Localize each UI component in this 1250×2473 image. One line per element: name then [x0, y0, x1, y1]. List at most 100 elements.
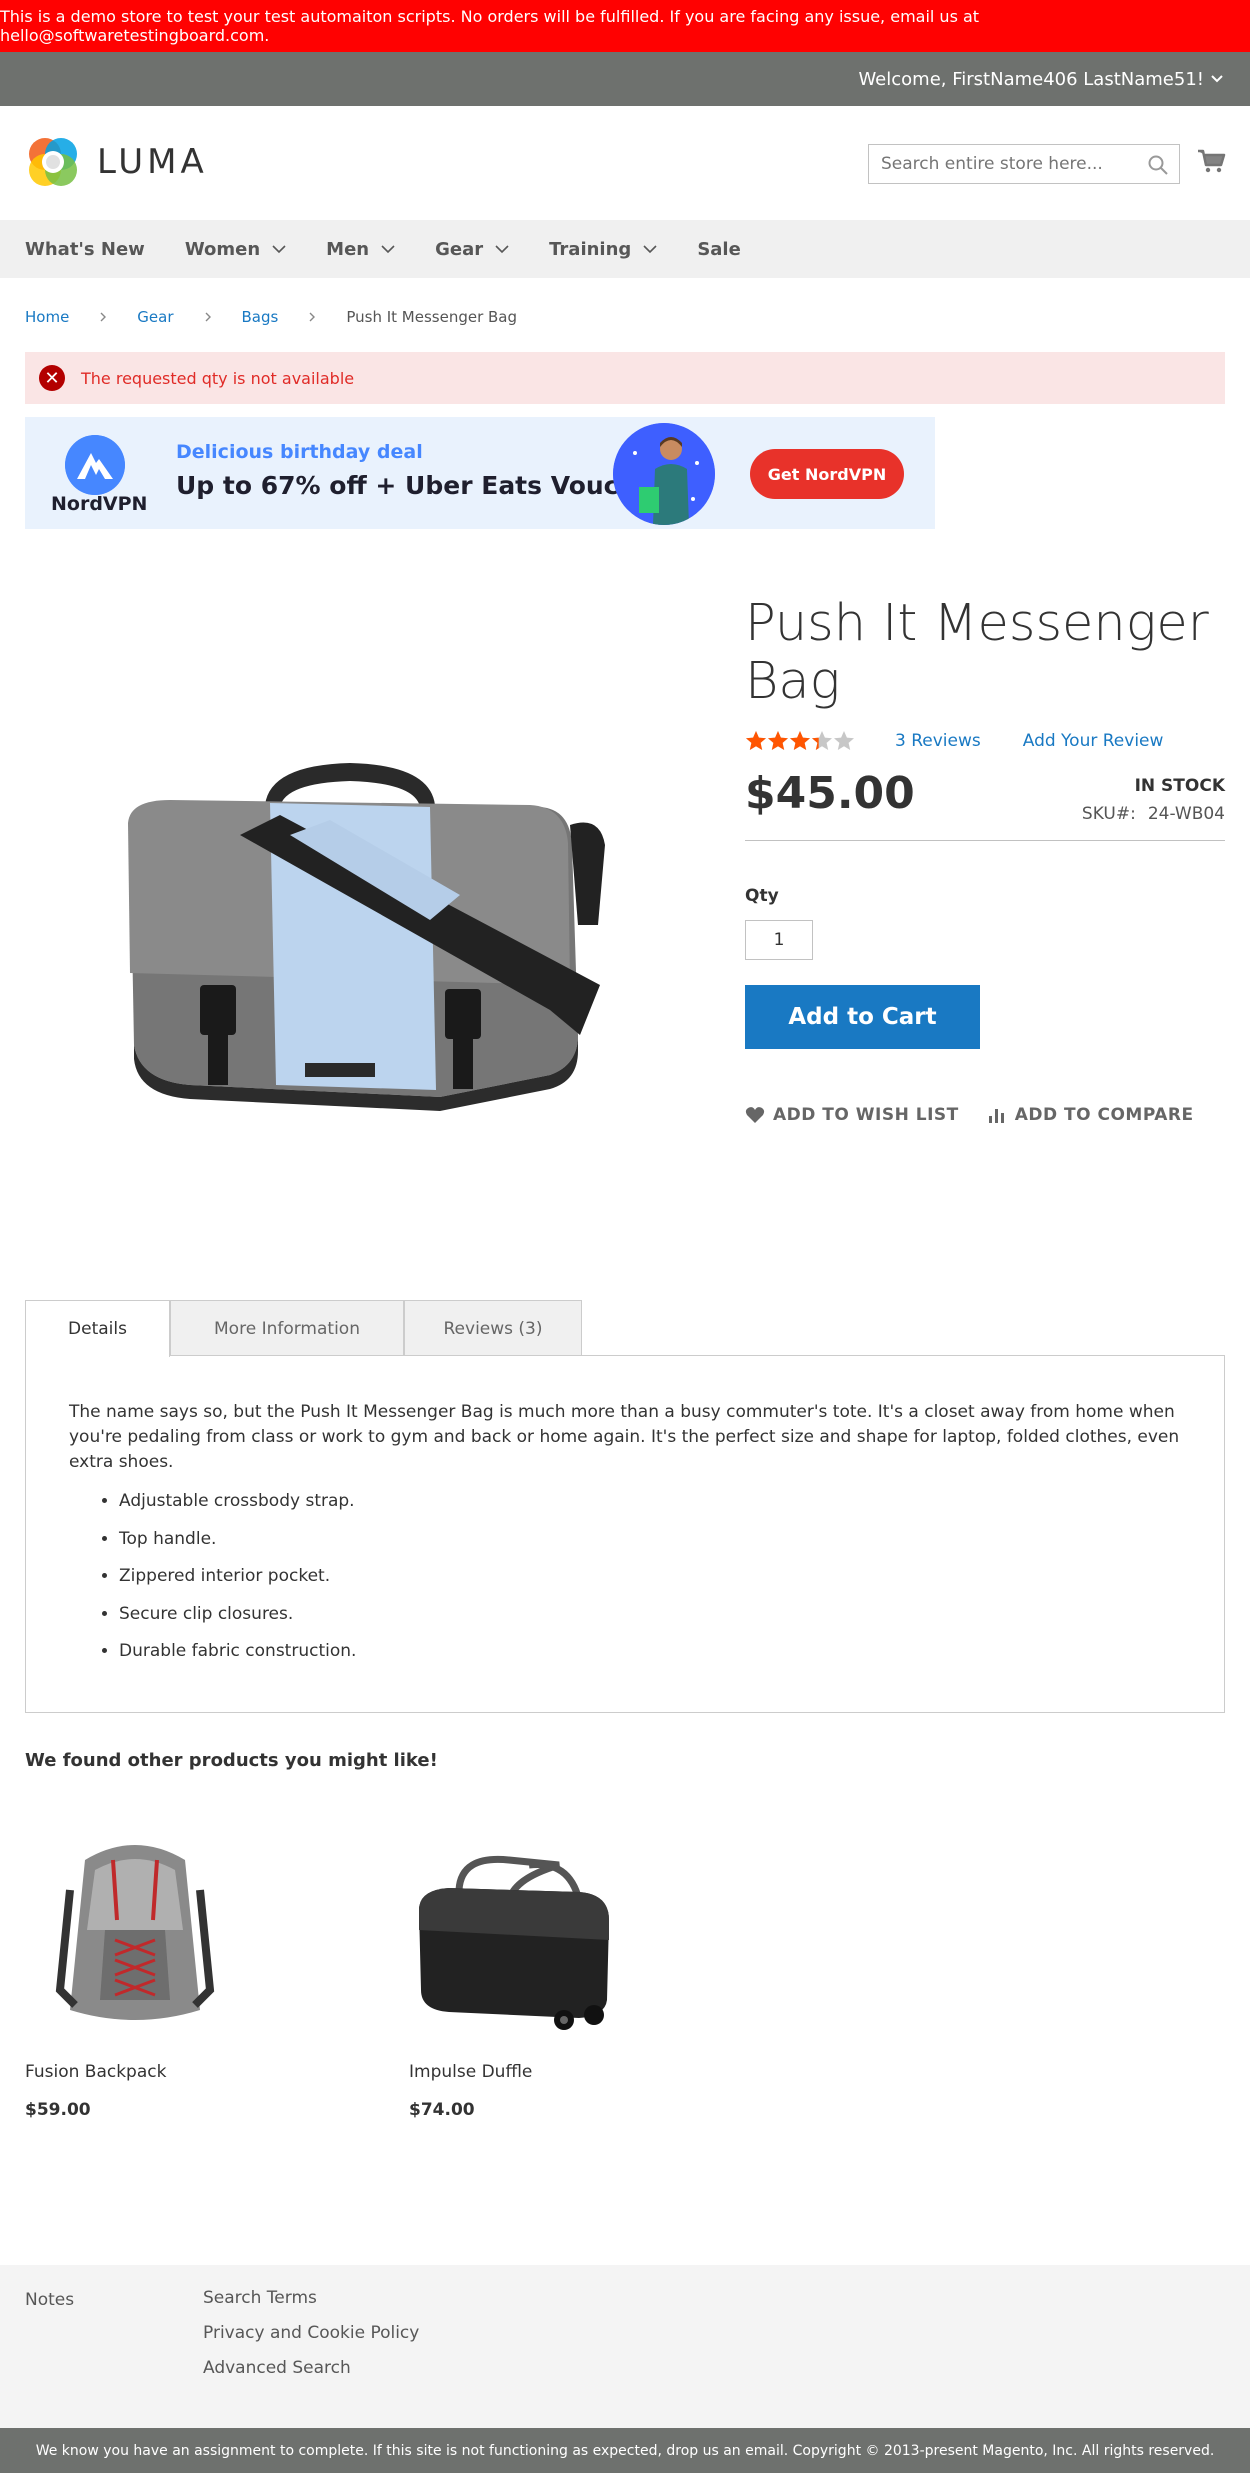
stock-status: In stock	[1134, 776, 1225, 796]
related-product-item: Fusion Backpack $59.00	[25, 1820, 245, 2120]
tab-reviews[interactable]: Reviews (3)	[404, 1300, 582, 1356]
impulse-duffle-image[interactable]	[409, 1820, 629, 2040]
cart-icon[interactable]	[1196, 146, 1226, 176]
star-icon	[746, 731, 766, 750]
sku-label: SKU#:	[1081, 804, 1136, 824]
divider	[745, 840, 1225, 841]
product-description: The name says so, but the Push It Messen…	[69, 1402, 1180, 1472]
luma-logo-icon	[29, 138, 77, 186]
chevron-right-icon	[205, 312, 211, 322]
star-icon	[834, 731, 854, 750]
breadcrumb-home[interactable]: Home	[25, 308, 69, 326]
chevron-right-icon	[309, 312, 316, 322]
chevron-down-icon	[381, 245, 395, 254]
tab-content-details: The name says so, but the Push It Messen…	[25, 1355, 1225, 1713]
chevron-down-icon	[272, 245, 286, 254]
add-review-link[interactable]: Add Your Review	[1023, 731, 1164, 751]
add-to-wishlist-link[interactable]: Add to Wish List	[745, 1105, 959, 1125]
rating-stars	[745, 730, 855, 752]
search-input[interactable]	[881, 154, 1136, 174]
footer-link-notes[interactable]: Notes	[25, 2290, 74, 2310]
add-to-cart-button[interactable]: Add to Cart	[745, 985, 980, 1049]
nav-item-gear[interactable]: Gear	[435, 239, 509, 260]
tab-details[interactable]: Details	[25, 1300, 170, 1357]
nav-label: What's New	[25, 238, 145, 260]
chevron-right-icon	[100, 312, 107, 322]
logo-text: LUMA	[97, 142, 208, 182]
nav-label: Men	[326, 238, 370, 260]
wishlist-label: Add to Wish List	[773, 1105, 959, 1125]
main-navigation: What's New Women Men Gear Training Sale	[0, 220, 1250, 278]
related-product-item: Impulse Duffle $74.00	[409, 1820, 629, 2120]
qty-input[interactable]	[745, 920, 813, 960]
feature-list: Adjustable crossbody strap. Top handle. …	[69, 1483, 1181, 1671]
tab-more-information[interactable]: More Information	[170, 1300, 404, 1356]
footer-link-advanced-search[interactable]: Advanced Search	[203, 2351, 419, 2386]
nav-item-sale[interactable]: Sale	[697, 239, 741, 260]
qty-label: Qty	[745, 886, 779, 906]
nav-item-whats-new[interactable]: What's New	[25, 239, 145, 260]
customer-welcome-bar: Welcome, FirstName406 LastName51!	[0, 52, 1250, 106]
related-product-name[interactable]: Fusion Backpack	[25, 2062, 166, 2082]
copyright-text: We know you have an assignment to comple…	[35, 2442, 1215, 2459]
breadcrumb-bags[interactable]: Bags	[242, 308, 279, 326]
breadcrumb-gear[interactable]: Gear	[137, 308, 173, 326]
product-title: Push It Messenger Bag	[745, 594, 1209, 711]
ad-tagline: Delicious birthday deal	[176, 441, 423, 463]
error-message: ✕ The requested qty is not available	[25, 352, 1225, 404]
nav-item-women[interactable]: Women	[185, 239, 286, 260]
star-icon	[768, 731, 788, 750]
search-icon[interactable]	[1147, 154, 1169, 176]
related-product-name[interactable]: Impulse Duffle	[409, 2062, 532, 2082]
footer-link-privacy[interactable]: Privacy and Cookie Policy	[203, 2316, 419, 2351]
site-footer: Notes Search Terms Privacy and Cookie Po…	[0, 2265, 1250, 2428]
product-main-image[interactable]	[100, 745, 620, 1125]
nordvpn-logo-icon	[65, 435, 125, 495]
ad-cta-button[interactable]: Get NordVPN	[750, 449, 904, 499]
product-sku: SKU#: 24-WB04	[1082, 804, 1225, 824]
ad-banner[interactable]: NordVPN Delicious birthday deal Up to 67…	[25, 417, 935, 529]
error-text: The requested qty is not available	[81, 368, 355, 388]
star-icon	[790, 731, 810, 750]
nav-item-men[interactable]: Men	[326, 239, 395, 260]
chevron-down-icon	[495, 245, 509, 254]
nav-item-training[interactable]: Training	[549, 239, 657, 260]
product-tabs: Details More Information Reviews (3)	[25, 1300, 582, 1357]
product-rating: 3 Reviews Add Your Review	[745, 730, 1163, 752]
ad-headline: Up to 67% off + Uber Eats Voucher	[176, 471, 666, 500]
feature-item: Adjustable crossbody strap.	[119, 1483, 1181, 1521]
add-to-compare-link[interactable]: Add to Compare	[987, 1105, 1194, 1125]
breadcrumb: Home Gear Bags Push It Messenger Bag	[25, 308, 517, 326]
ad-person-image	[613, 423, 715, 525]
feature-item: Top handle.	[119, 1521, 1181, 1559]
feature-item: Secure clip closures.	[119, 1596, 1181, 1634]
logo-link[interactable]: LUMA	[25, 134, 208, 190]
customer-menu-toggle[interactable]: Welcome, FirstName406 LastName51!	[858, 69, 1224, 90]
fusion-backpack-image[interactable]	[25, 1820, 245, 2040]
related-products-title: We found other products you might like!	[25, 1750, 438, 1771]
copyright-bar: We know you have an assignment to comple…	[0, 2428, 1250, 2473]
ad-brand: NordVPN	[51, 493, 148, 515]
compare-label: Add to Compare	[1014, 1105, 1194, 1125]
nav-label: Women	[184, 238, 261, 260]
breadcrumb-current: Push It Messenger Bag	[346, 308, 518, 326]
error-icon: ✕	[39, 365, 65, 391]
compare-icon	[988, 1109, 1004, 1123]
feature-item: Zippered interior pocket.	[119, 1558, 1181, 1596]
nav-label: Training	[549, 238, 632, 260]
reviews-link[interactable]: 3 Reviews	[895, 731, 981, 751]
star-icon	[812, 731, 832, 750]
product-price: $45.00	[745, 768, 915, 819]
feature-item: Durable fabric construction.	[119, 1633, 1181, 1671]
demo-notice-bar: This is a demo store to test your test a…	[0, 0, 1250, 52]
related-product-price: $74.00	[409, 2100, 475, 2120]
demo-notice-text: This is a demo store to test your test a…	[0, 7, 980, 45]
related-product-price: $59.00	[25, 2100, 91, 2120]
product-social-actions: Add to Wish List Add to Compare	[745, 1105, 1222, 1125]
chevron-down-icon	[643, 245, 657, 254]
footer-link-search-terms[interactable]: Search Terms	[203, 2281, 419, 2316]
chevron-down-icon	[1211, 75, 1223, 83]
nav-label: Sale	[697, 238, 741, 260]
nav-label: Gear	[435, 238, 484, 260]
search-field	[868, 144, 1180, 184]
